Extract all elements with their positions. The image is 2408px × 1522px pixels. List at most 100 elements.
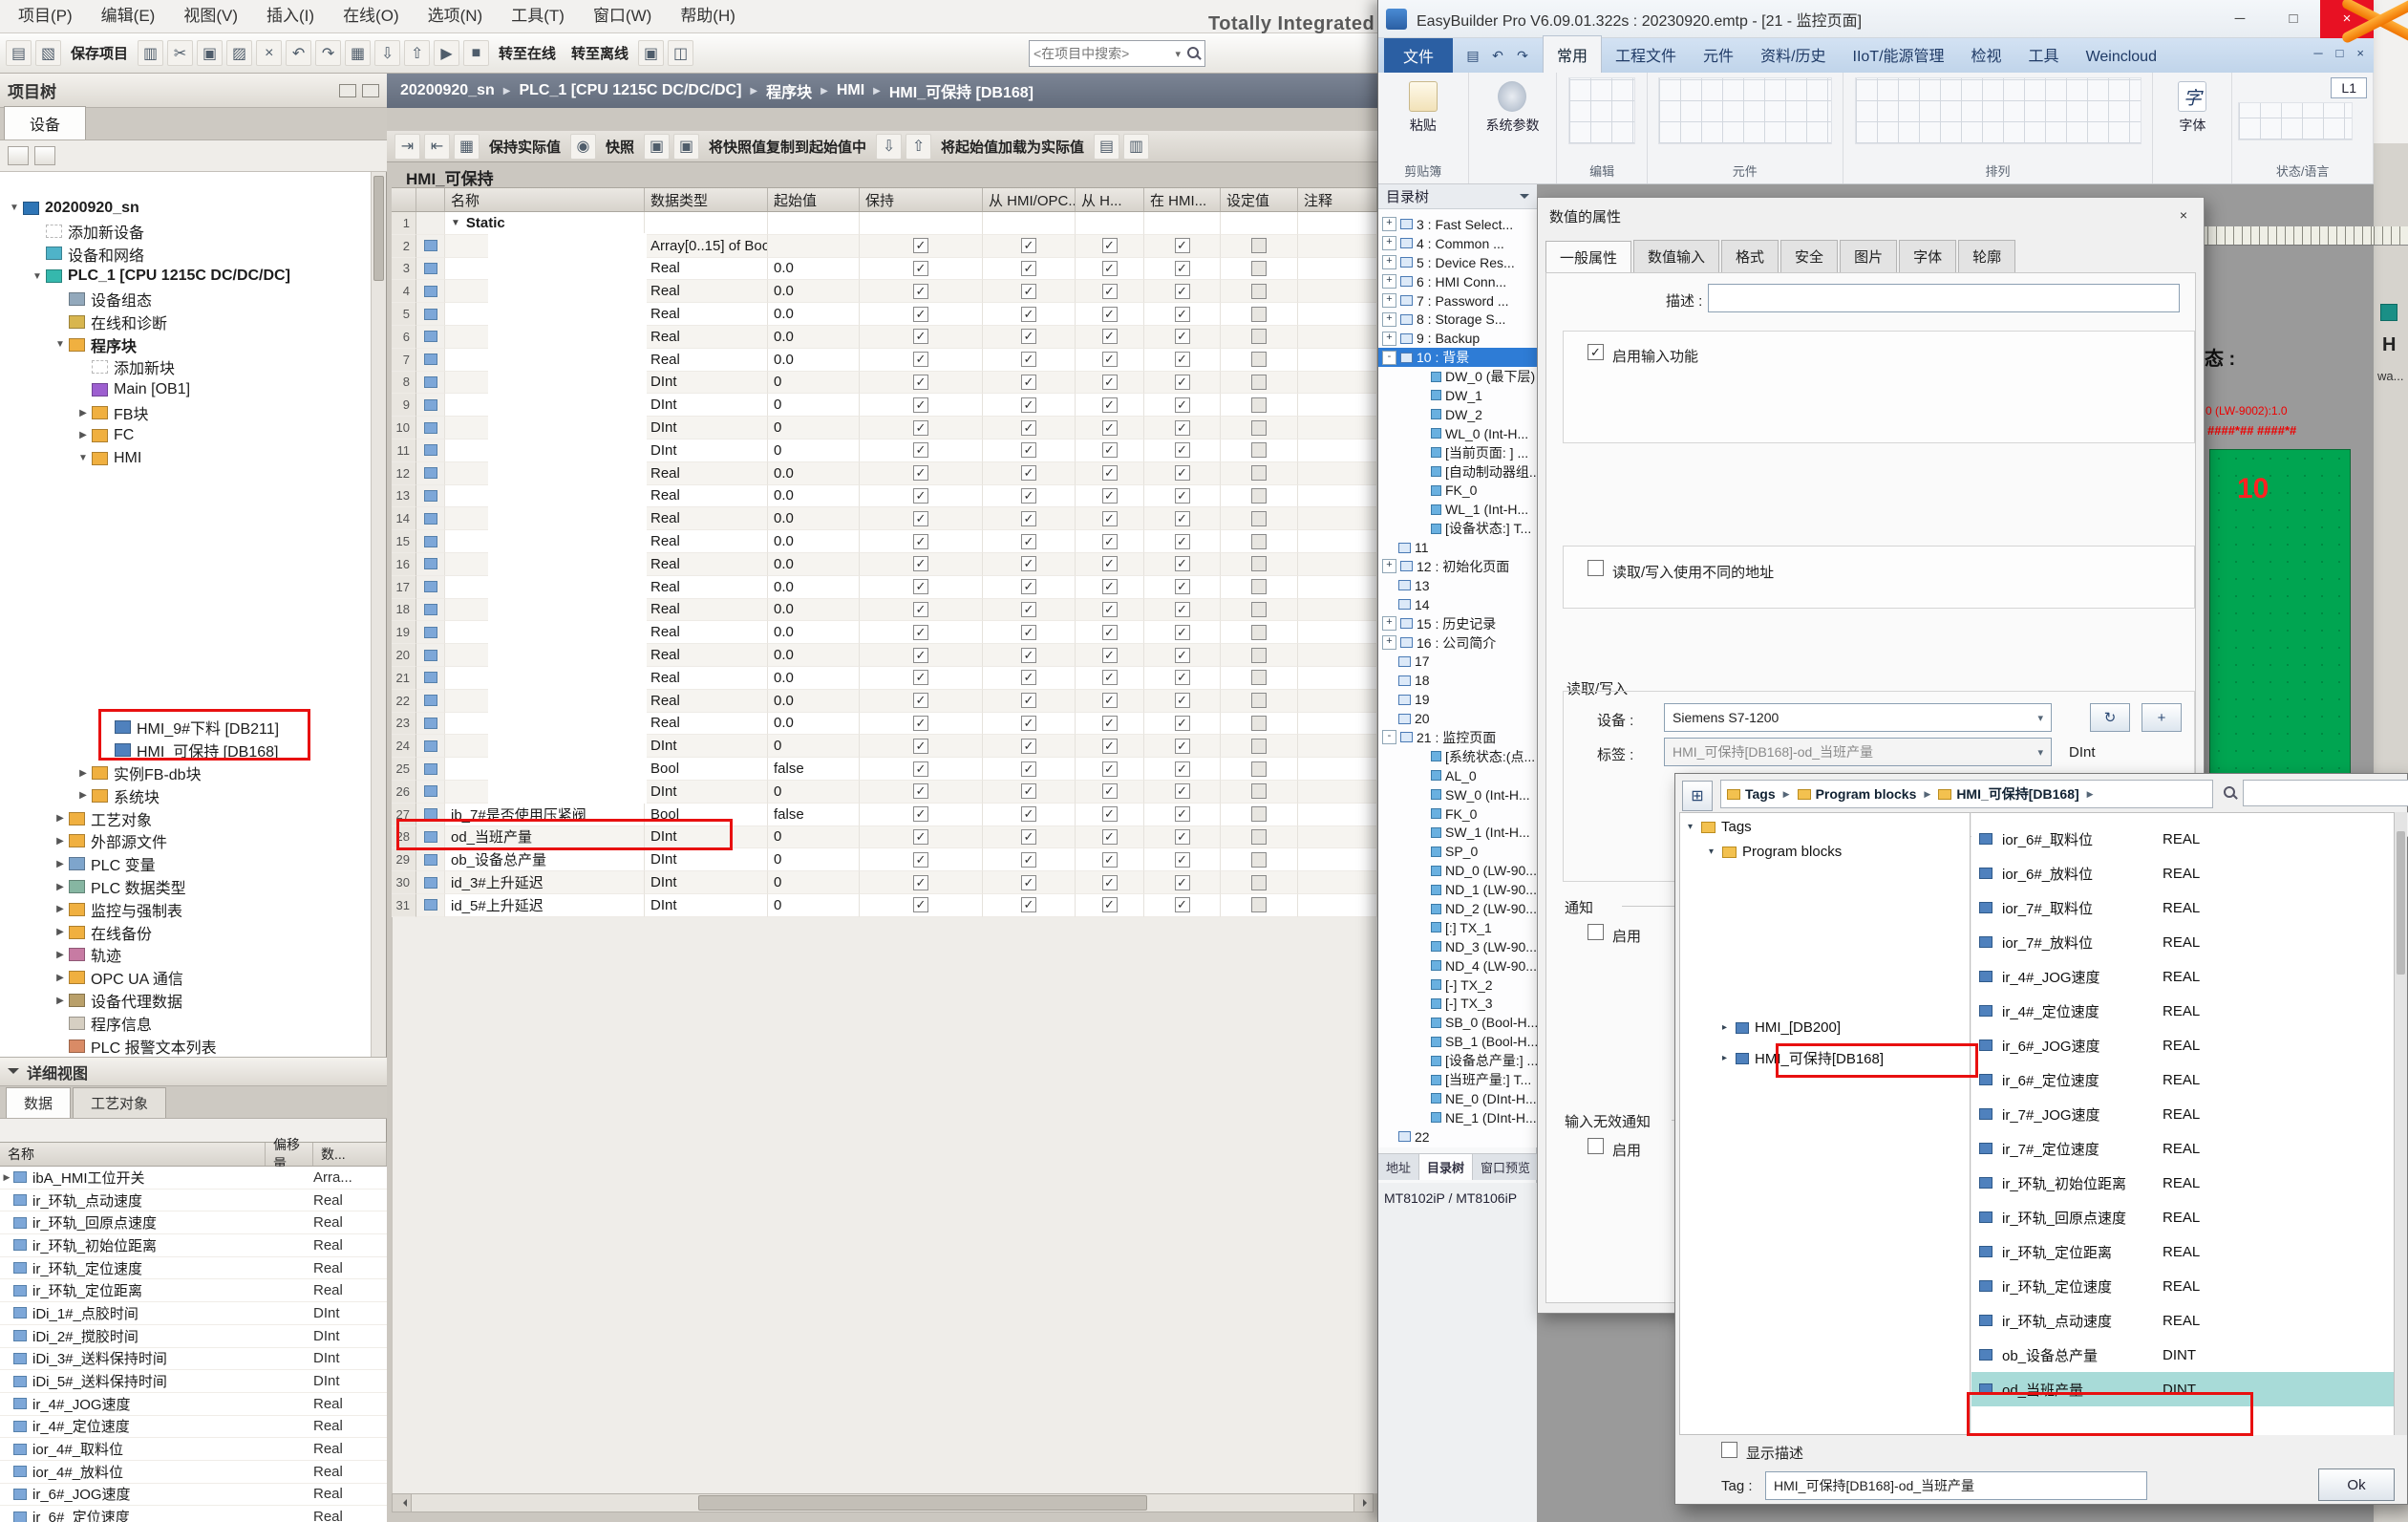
column-retain[interactable]: 保持 bbox=[860, 188, 983, 211]
close-icon[interactable]: × bbox=[2171, 204, 2196, 226]
font-button[interactable]: 字字体 bbox=[2170, 77, 2214, 139]
visible-in-hmi-checkbox[interactable] bbox=[1175, 829, 1190, 845]
retain-checkbox[interactable] bbox=[913, 602, 928, 617]
retain-checkbox[interactable] bbox=[913, 739, 928, 754]
detail-row[interactable]: ir_4#_JOG速度Real bbox=[0, 1393, 387, 1416]
ribbon-tab[interactable]: 工具 bbox=[2015, 36, 2073, 73]
db-row[interactable]: 29 ob_设备总产量 DInt 0 bbox=[392, 848, 1377, 871]
project-tree-item[interactable]: 工艺对象 bbox=[0, 807, 371, 830]
scroll-right-icon[interactable] bbox=[1353, 1494, 1373, 1511]
directory-tree-item[interactable]: DW_1 bbox=[1378, 386, 1537, 405]
writable-from-hmi-checkbox[interactable] bbox=[1102, 829, 1118, 845]
retain-checkbox[interactable] bbox=[913, 693, 928, 708]
visible-in-hmi-checkbox[interactable] bbox=[1175, 693, 1190, 708]
easybuilder-titlebar[interactable]: EasyBuilder Pro V6.09.01.322s : 20230920… bbox=[1378, 0, 2374, 38]
search-field[interactable] bbox=[1034, 46, 1172, 61]
project-tree-item[interactable]: 实例FB-db块 bbox=[0, 761, 371, 784]
retain-checkbox[interactable] bbox=[913, 488, 928, 504]
breadcrumb-item[interactable]: PLC_1 [CPU 1215C DC/DC/DC]▶ bbox=[519, 82, 766, 99]
setpoint-checkbox[interactable] bbox=[1251, 329, 1267, 344]
writable-from-hmi-checkbox[interactable] bbox=[1102, 852, 1118, 868]
scrollbar-thumb[interactable] bbox=[373, 176, 384, 281]
project-tree-scrollbar[interactable] bbox=[371, 172, 386, 1057]
tree-node-tags[interactable]: Tags bbox=[1688, 819, 1752, 835]
visible-in-hmi-checkbox[interactable] bbox=[1175, 783, 1190, 799]
directory-tree-item[interactable]: [设备状态:] T... bbox=[1378, 519, 1537, 538]
writable-from-hmi-checkbox[interactable] bbox=[1102, 534, 1118, 549]
hmi-opc-checkbox[interactable] bbox=[1021, 897, 1036, 912]
directory-tree-item[interactable]: 3 : Fast Select... bbox=[1378, 215, 1537, 234]
hmi-screen[interactable]: 10 bbox=[2209, 449, 2351, 801]
directory-tree-item[interactable]: SW_1 (Int-H... bbox=[1378, 824, 1537, 843]
go-offline-button[interactable]: 转至离线 bbox=[565, 43, 634, 63]
retain-checkbox[interactable] bbox=[913, 875, 928, 890]
project-tree-item[interactable]: 在线备份 bbox=[0, 921, 371, 944]
project-search-input[interactable] bbox=[1029, 40, 1205, 67]
hmi-opc-checkbox[interactable] bbox=[1021, 670, 1036, 685]
detail-row[interactable]: iDi_2#_搅胶时间DInt bbox=[0, 1325, 387, 1348]
visible-in-hmi-checkbox[interactable] bbox=[1175, 284, 1190, 299]
hmi-opc-checkbox[interactable] bbox=[1021, 442, 1036, 458]
directory-tree-item[interactable]: 12 : 初始化页面 bbox=[1378, 557, 1537, 576]
menu-item[interactable]: 工具(T) bbox=[497, 0, 579, 32]
setpoint-checkbox[interactable] bbox=[1251, 556, 1267, 571]
menu-item[interactable]: 帮助(H) bbox=[666, 0, 750, 32]
hmi-opc-checkbox[interactable] bbox=[1021, 375, 1036, 390]
project-tree-item[interactable]: 监控与强制表 bbox=[0, 898, 371, 921]
writable-from-hmi-checkbox[interactable] bbox=[1102, 375, 1118, 390]
project-tree-item[interactable]: 轨迹 bbox=[0, 944, 371, 967]
hmi-opc-checkbox[interactable] bbox=[1021, 397, 1036, 413]
retain-checkbox[interactable] bbox=[913, 329, 928, 344]
auto-collapse-icon[interactable] bbox=[339, 84, 356, 97]
visible-in-hmi-checkbox[interactable] bbox=[1175, 875, 1190, 890]
directory-tree-item[interactable]: [-] TX_2 bbox=[1378, 975, 1537, 995]
directory-tree-item[interactable]: 20 bbox=[1378, 709, 1537, 728]
tag-search-input[interactable] bbox=[2243, 780, 2408, 806]
tag-select[interactable]: HMI_可保持[DB168]-od_当班产量 bbox=[1664, 738, 2052, 766]
different-address-checkbox[interactable] bbox=[1588, 560, 1604, 576]
retain-checkbox[interactable] bbox=[913, 284, 928, 299]
visible-in-hmi-checkbox[interactable] bbox=[1175, 511, 1190, 526]
column-offset[interactable]: 偏移量 bbox=[266, 1143, 313, 1166]
project-tree-item[interactable]: OPC UA 通信 bbox=[0, 966, 371, 989]
retain-checkbox[interactable] bbox=[913, 397, 928, 413]
ribbon-tab[interactable]: 工程文件 bbox=[1602, 36, 1690, 73]
keep-actual-values-button[interactable]: 保持实际值 bbox=[483, 137, 566, 157]
writable-from-hmi-checkbox[interactable] bbox=[1102, 556, 1118, 571]
directory-tree-item[interactable]: AL_0 bbox=[1378, 766, 1537, 785]
tab-devices[interactable]: 设备 bbox=[4, 106, 86, 139]
online-diagnostics-icon[interactable]: ▣ bbox=[638, 40, 664, 66]
detail-row[interactable]: ibA_HMI工位开关Arra... bbox=[0, 1167, 387, 1190]
directory-tree-item[interactable]: FK_0 bbox=[1378, 804, 1537, 824]
description-input[interactable] bbox=[1708, 284, 2180, 312]
tree-tool-icon[interactable] bbox=[8, 146, 29, 165]
hmi-opc-checkbox[interactable] bbox=[1021, 284, 1036, 299]
setpoint-checkbox[interactable] bbox=[1251, 534, 1267, 549]
directory-tree-item[interactable]: 5 : Device Res... bbox=[1378, 253, 1537, 272]
tag-row[interactable]: ir_环轨_点动速度REAL bbox=[1971, 1303, 2396, 1338]
column-hmi-opc[interactable]: 从 HMI/OPC... bbox=[983, 188, 1076, 211]
directory-tree-item[interactable]: [:] TX_1 bbox=[1378, 918, 1537, 937]
project-tree-item[interactable]: 添加新设备 bbox=[0, 220, 371, 243]
retain-checkbox[interactable] bbox=[913, 442, 928, 458]
directory-tree-item[interactable]: [当前页面: ] ... bbox=[1378, 443, 1537, 462]
directory-tree-item[interactable]: [系统状态:(点... bbox=[1378, 747, 1537, 766]
retain-checkbox[interactable] bbox=[913, 761, 928, 777]
visible-in-hmi-checkbox[interactable] bbox=[1175, 352, 1190, 367]
setpoint-checkbox[interactable] bbox=[1251, 783, 1267, 799]
minimize-button[interactable]: ─ bbox=[2213, 0, 2267, 38]
setpoint-checkbox[interactable] bbox=[1251, 579, 1267, 594]
tag-row[interactable]: ir_4#_JOG速度REAL bbox=[1971, 959, 2396, 994]
redo-icon[interactable]: ↷ bbox=[315, 40, 341, 66]
tag-row[interactable]: ior_7#_取料位REAL bbox=[1971, 890, 2396, 925]
split-editor-icon[interactable]: ◫ bbox=[668, 40, 693, 66]
visible-in-hmi-checkbox[interactable] bbox=[1175, 442, 1190, 458]
properties-tab[interactable]: 格式 bbox=[1721, 240, 1779, 272]
tab-directory-tree[interactable]: 目录树 bbox=[1419, 1154, 1473, 1180]
maximize-button[interactable]: □ bbox=[2267, 0, 2320, 38]
save-icon[interactable]: ▤ bbox=[1462, 45, 1483, 66]
writable-from-hmi-checkbox[interactable] bbox=[1102, 442, 1118, 458]
breadcrumb-item[interactable]: 20200920_sn▶ bbox=[400, 82, 519, 99]
writable-from-hmi-checkbox[interactable] bbox=[1102, 420, 1118, 436]
visible-in-hmi-checkbox[interactable] bbox=[1175, 716, 1190, 731]
